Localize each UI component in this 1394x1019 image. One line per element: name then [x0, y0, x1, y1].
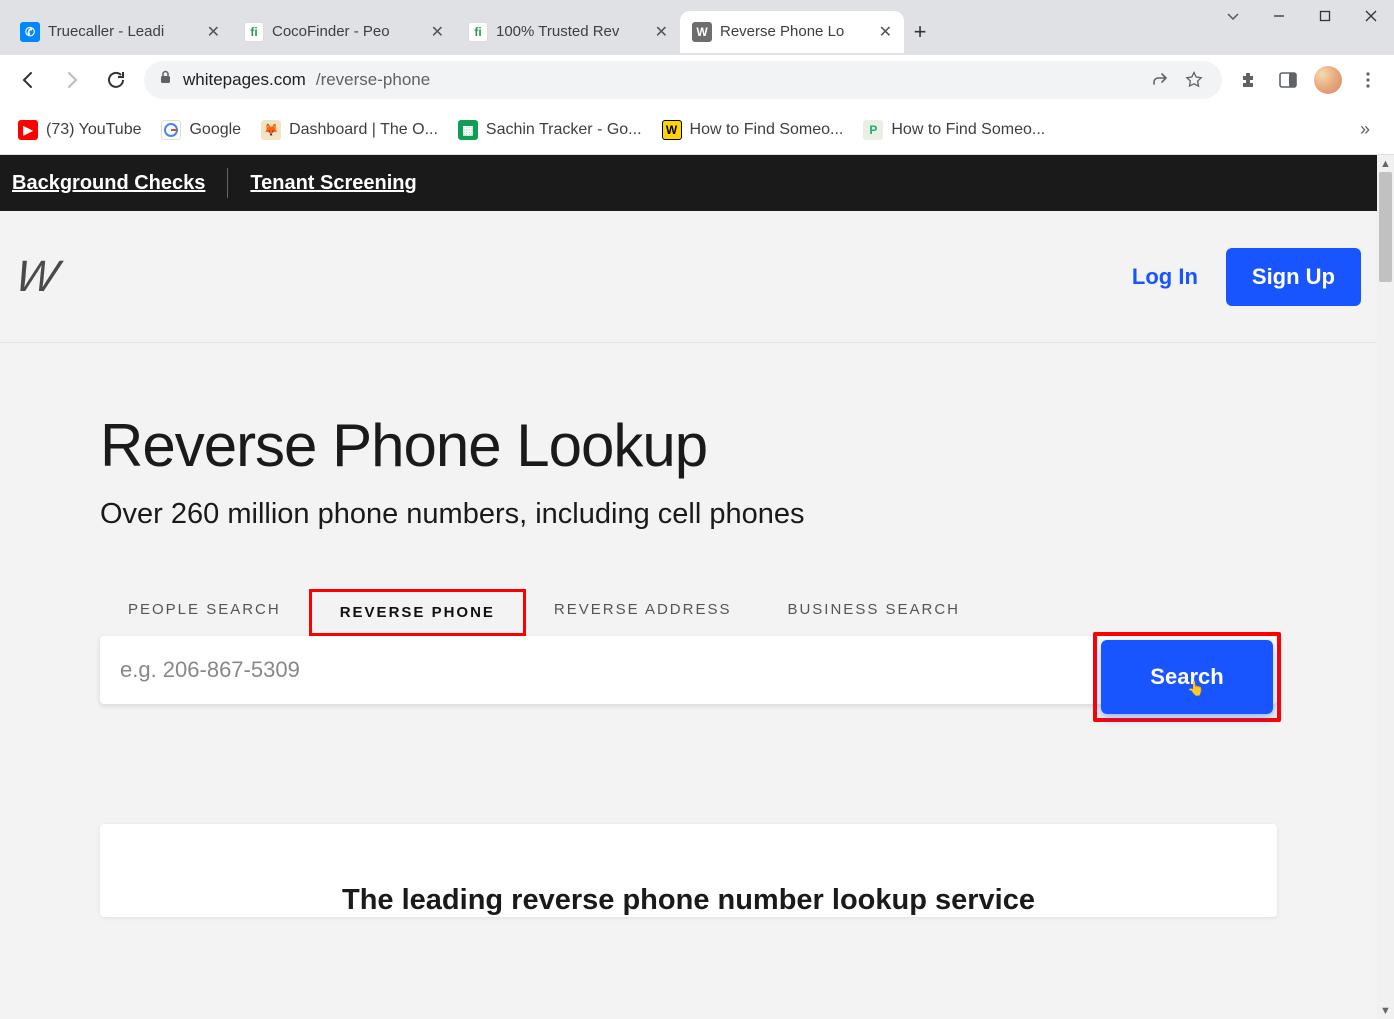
- page-subtitle: Over 260 million phone numbers, includin…: [100, 498, 1277, 531]
- scroll-track[interactable]: [1377, 172, 1394, 1002]
- back-button[interactable]: [12, 64, 44, 96]
- star-icon[interactable]: [1180, 66, 1208, 94]
- signup-button[interactable]: Sign Up: [1226, 248, 1361, 306]
- bookmark-label: How to Find Someo...: [690, 121, 844, 139]
- scroll-thumb[interactable]: [1379, 172, 1392, 282]
- bookmark-label: Dashboard | The O...: [289, 121, 438, 139]
- tab-title: 100% Trusted Rev: [496, 23, 647, 40]
- profile-avatar[interactable]: [1314, 66, 1342, 94]
- bookmark-p-icon: P: [863, 120, 883, 140]
- tabs-row: ✆ Truecaller - Leadi ✕ fi CocoFinder - P…: [0, 0, 1394, 55]
- youtube-icon: ▶: [18, 120, 38, 140]
- bookmark-find-someone-1[interactable]: W How to Find Someo...: [662, 120, 844, 140]
- extensions-icon[interactable]: [1234, 66, 1262, 94]
- separator: [227, 168, 228, 198]
- side-panel-icon[interactable]: [1274, 66, 1302, 94]
- bookmarks-overflow-icon[interactable]: »: [1360, 119, 1376, 140]
- url-path: /reverse-phone: [316, 70, 430, 90]
- whitepages-logo-icon[interactable]: W: [12, 252, 62, 302]
- search-tabs: PEOPLE SEARCH REVERSE PHONE REVERSE ADDR…: [100, 589, 1277, 636]
- kebab-menu-icon[interactable]: [1354, 66, 1382, 94]
- cursor-icon: 👆: [1187, 680, 1204, 697]
- favicon-whitepages-icon: W: [692, 22, 712, 42]
- bookmark-youtube[interactable]: ▶ (73) YouTube: [18, 120, 141, 140]
- scroll-down-icon[interactable]: ▼: [1377, 1002, 1394, 1019]
- tab-people-search[interactable]: PEOPLE SEARCH: [100, 589, 309, 636]
- viewport: Background Checks Tenant Screening W Log…: [0, 155, 1394, 1019]
- browser-chrome: ✆ Truecaller - Leadi ✕ fi CocoFinder - P…: [0, 0, 1394, 155]
- close-icon[interactable]: ✕: [655, 22, 668, 42]
- favicon-cocofinder-icon: fi: [244, 22, 264, 42]
- favicon-truecaller-icon: ✆: [20, 22, 40, 42]
- leading-card: The leading reverse phone number lookup …: [100, 824, 1277, 917]
- google-icon: [161, 120, 181, 140]
- lock-icon: [158, 70, 173, 90]
- bookmark-label: (73) YouTube: [46, 121, 141, 139]
- tab-reverse-phone[interactable]: W Reverse Phone Lo ✕: [680, 11, 904, 53]
- dashboard-icon: 🦊: [261, 120, 281, 140]
- share-icon[interactable]: [1146, 66, 1174, 94]
- search-row: Search 👆: [100, 636, 1277, 704]
- bookmarks-bar: ▶ (73) YouTube Google 🦊 Dashboard | The …: [0, 105, 1394, 155]
- url-host: whitepages.com: [183, 70, 306, 90]
- site-header: W Log In Sign Up: [0, 211, 1377, 343]
- bookmark-find-someone-2[interactable]: P How to Find Someo...: [863, 120, 1045, 140]
- favicon-trusted-icon: fi: [468, 22, 488, 42]
- close-icon[interactable]: ✕: [431, 22, 444, 42]
- link-background-checks[interactable]: Background Checks: [12, 172, 205, 195]
- close-icon[interactable]: ✕: [879, 22, 892, 42]
- login-link[interactable]: Log In: [1132, 264, 1198, 290]
- window-controls: [1210, 0, 1394, 32]
- tab-truecaller[interactable]: ✆ Truecaller - Leadi ✕: [8, 11, 232, 53]
- search-button[interactable]: Search 👆: [1101, 640, 1273, 714]
- tab-trusted-rev[interactable]: fi 100% Trusted Rev ✕: [456, 11, 680, 53]
- maximize-button[interactable]: [1302, 0, 1348, 32]
- tab-title: Reverse Phone Lo: [720, 23, 871, 40]
- bookmark-sachin-tracker[interactable]: ▦ Sachin Tracker - Go...: [458, 120, 642, 140]
- address-bar[interactable]: whitepages.com/reverse-phone: [144, 61, 1222, 99]
- reload-button[interactable]: [100, 64, 132, 96]
- tab-business-search[interactable]: BUSINESS SEARCH: [759, 589, 988, 636]
- leading-heading: The leading reverse phone number lookup …: [160, 884, 1217, 917]
- minimize-button[interactable]: [1256, 0, 1302, 32]
- bookmark-label: How to Find Someo...: [891, 121, 1045, 139]
- phone-search-input[interactable]: [100, 636, 1093, 704]
- tab-reverse-phone[interactable]: REVERSE PHONE: [309, 589, 526, 636]
- tab-cocofinder[interactable]: fi CocoFinder - Peo ✕: [232, 11, 456, 53]
- tab-reverse-address[interactable]: REVERSE ADDRESS: [526, 589, 760, 636]
- scroll-up-icon[interactable]: ▲: [1377, 155, 1394, 172]
- bookmark-w-icon: W: [662, 120, 682, 140]
- bookmark-google[interactable]: Google: [161, 120, 241, 140]
- close-window-button[interactable]: [1348, 0, 1394, 32]
- vertical-scrollbar[interactable]: ▲ ▼: [1377, 155, 1394, 1019]
- tab-search-icon[interactable]: [1210, 0, 1256, 32]
- sheets-icon: ▦: [458, 120, 478, 140]
- bookmark-dashboard[interactable]: 🦊 Dashboard | The O...: [261, 120, 438, 140]
- tab-title: Truecaller - Leadi: [48, 23, 199, 40]
- new-tab-button[interactable]: +: [904, 16, 936, 48]
- link-tenant-screening[interactable]: Tenant Screening: [250, 172, 416, 195]
- page-content: Background Checks Tenant Screening W Log…: [0, 155, 1377, 1019]
- address-row: whitepages.com/reverse-phone: [0, 55, 1394, 105]
- tab-title: CocoFinder - Peo: [272, 23, 423, 40]
- close-icon[interactable]: ✕: [207, 22, 220, 42]
- forward-button[interactable]: [56, 64, 88, 96]
- hero-section: Reverse Phone Lookup Over 260 million ph…: [0, 343, 1377, 917]
- bookmark-label: Google: [189, 121, 241, 139]
- search-button-highlight: Search 👆: [1093, 632, 1281, 722]
- page-title: Reverse Phone Lookup: [100, 411, 1277, 480]
- top-nav-bar: Background Checks Tenant Screening: [0, 155, 1377, 211]
- bookmark-label: Sachin Tracker - Go...: [486, 121, 642, 139]
